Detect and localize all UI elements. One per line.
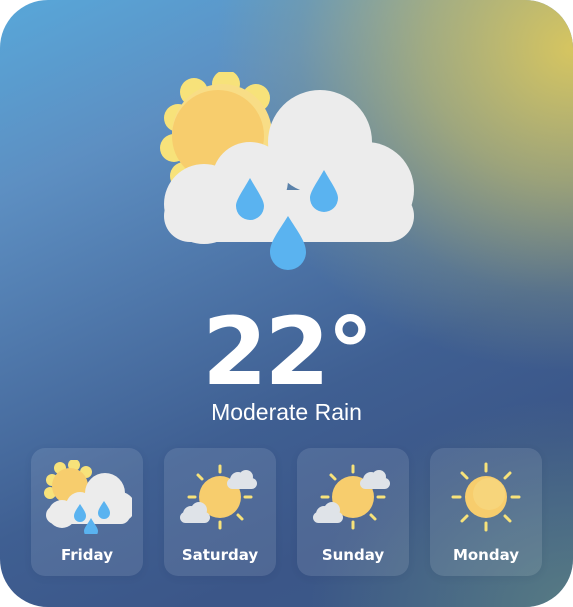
forecast-day-label: Saturday (181, 546, 259, 564)
sun-cloud-rain-icon (44, 460, 132, 534)
sun-partly-cloudy-icon (180, 464, 257, 530)
forecast-card-sunday[interactable]: Sunday (297, 448, 409, 576)
sun-partly-cloudy-icon (313, 464, 390, 530)
current-condition: Moderate Rain (211, 399, 362, 425)
current-temperature: 22° (202, 298, 374, 407)
weather-widget: 22° Moderate Rain Friday Saturday Sunday… (0, 0, 573, 607)
forecast-day-label: Monday (452, 546, 520, 564)
forecast-card-monday[interactable]: Monday (430, 448, 542, 576)
sun-icon (451, 462, 521, 532)
forecast-card-saturday[interactable]: Saturday (164, 448, 276, 576)
forecast-day-label: Sunday (321, 546, 385, 564)
forecast-day-label: Friday (60, 546, 113, 564)
sun-cloud-rain-icon (160, 72, 414, 270)
forecast-card-friday[interactable]: Friday (31, 448, 143, 576)
